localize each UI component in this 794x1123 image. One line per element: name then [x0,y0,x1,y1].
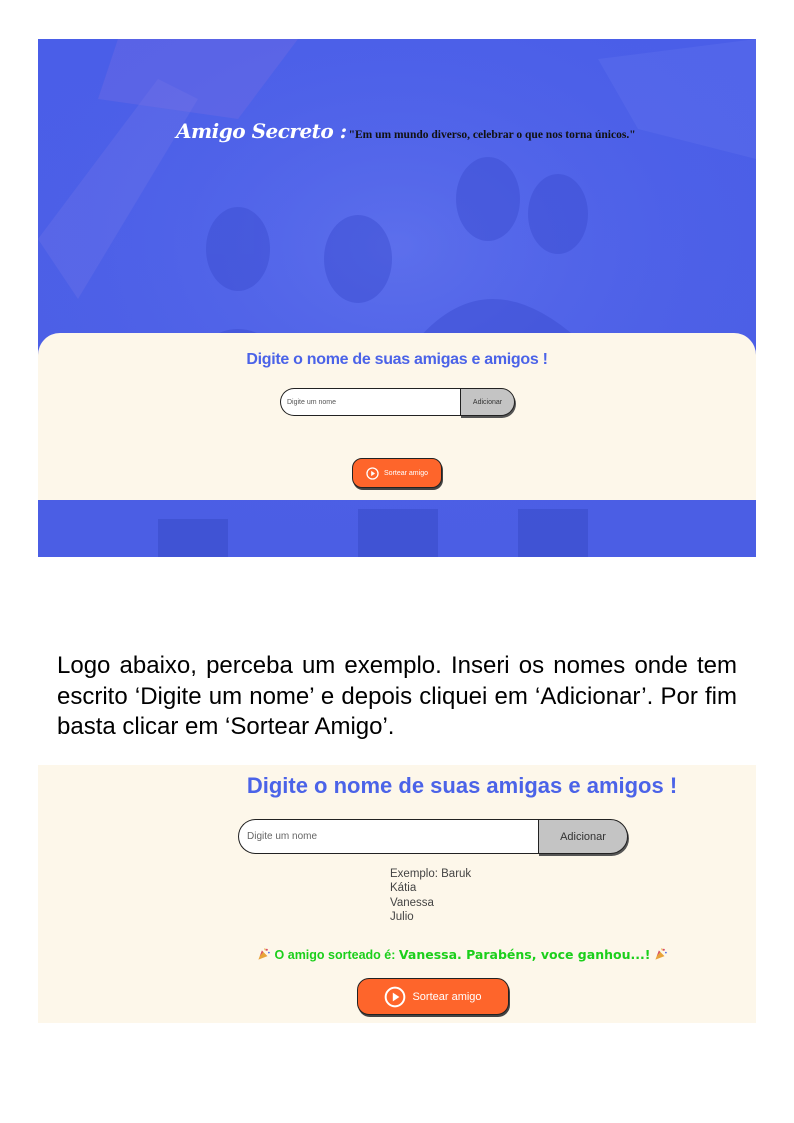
draw-friend-button[interactable]: Sortear amigo [357,978,509,1015]
example-screenshot: Digite o nome de suas amigas e amigos ! … [38,765,756,1023]
hero-motto: "Em um mundo diverso, celebrar o que nos… [348,129,636,141]
play-circle-icon [366,466,379,480]
list-item: Vanessa [390,896,434,909]
hero-screenshot: Amigo Secreto : "Em um mundo diverso, ce… [38,39,756,557]
draw-friend-button[interactable]: Sortear amigo [352,458,442,488]
draw-result: O amigo sorteado é: Vanessa. Parabéns, v… [38,947,756,964]
name-input-group: Digite um nome Adicionar [280,388,515,416]
add-button[interactable]: Adicionar [460,388,515,416]
instruction-paragraph: Logo abaixo, perceba um exemplo. Inseri … [57,652,737,740]
party-popper-icon [654,947,668,964]
name-input[interactable]: Digite um nome [280,388,460,416]
friend-list: Exemplo: Baruk Kátia Vanessa Julio [390,867,471,924]
draw-button-label: Sortear amigo [384,469,428,477]
form-heading: Digite o nome de suas amigas e amigos ! [246,773,678,798]
friend-form-card: Digite o nome de suas amigas e amigos ! … [38,333,756,500]
add-button[interactable]: Adicionar [538,819,628,854]
party-popper-icon [257,947,271,964]
hero-title: Amigo Secreto : "Em um mundo diverso, ce… [176,119,636,149]
draw-button-label: Sortear amigo [412,990,482,1003]
name-input[interactable]: Digite um nome [238,819,538,854]
name-input-group: Digite um nome Adicionar [238,819,628,854]
form-heading: Digite o nome de suas amigas e amigos ! [246,351,548,368]
result-winner: Vanessa. Parabéns, voce ganhou...! [398,947,651,962]
brand-title: Amigo Secreto : [176,119,347,143]
list-item: Kátia [390,882,417,895]
hero-bottom-strip [38,500,756,557]
list-item: Exemplo: Baruk [390,868,472,880]
result-prefix: O amigo sorteado é: [274,948,399,962]
play-circle-icon [384,986,406,1008]
list-item: Julio [390,910,414,923]
